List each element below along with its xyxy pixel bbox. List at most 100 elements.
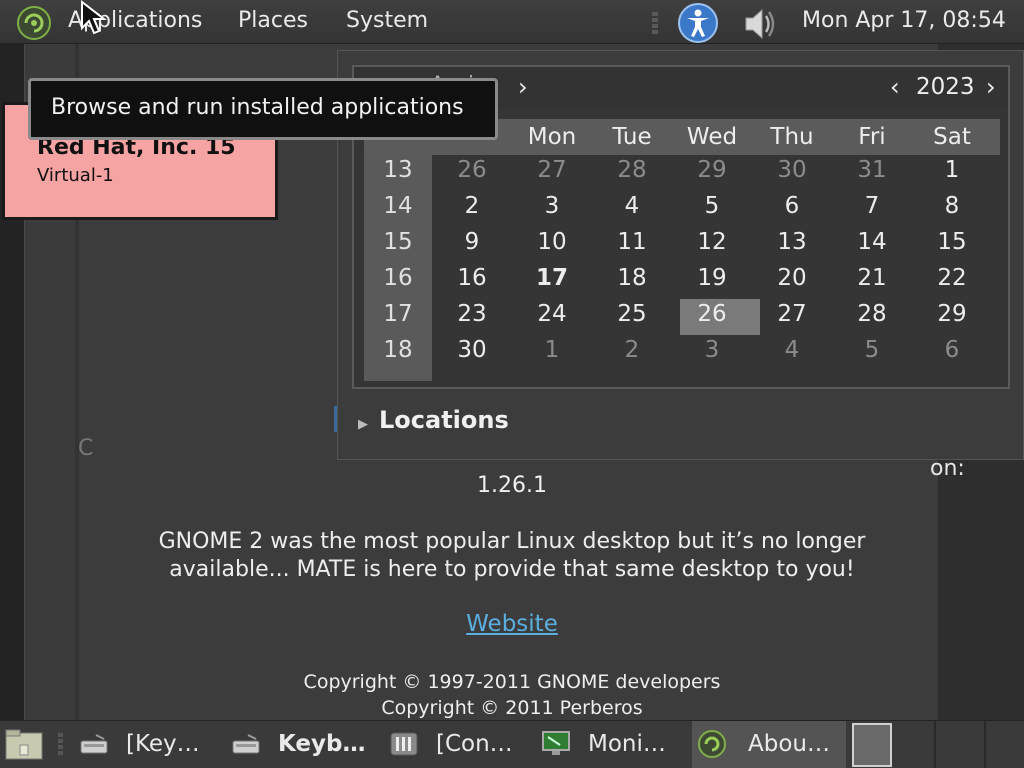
workspace-separator [984,721,986,768]
taskbar-button[interactable]: [Con… [384,721,534,768]
accessibility-icon[interactable] [677,2,719,44]
about-copyright: Copyright © 1997-2011 GNOME developers C… [0,669,1024,721]
about-description-line: GNOME 2 was the most popular Linux deskt… [158,529,866,554]
calendar-day[interactable]: 31 [832,155,912,185]
bottom-panel: [Key… Keyb… [Con… Moni… Abou… [0,720,1024,768]
workspace-1[interactable] [852,723,892,767]
taskbar-button-label: Keyb… [278,731,366,757]
calendar-day[interactable]: 1 [512,335,592,365]
monitor-icon [540,729,572,759]
panel-drag-handle-icon[interactable] [652,10,662,36]
workspace-separator [934,721,936,768]
control-center-icon [388,729,420,759]
calendar-weekday-label: Mon [527,124,577,150]
calendar-day[interactable]: 16 [432,263,512,293]
tooltip-text: Browse and run installed applications [51,95,464,120]
calendar-day[interactable]: 27 [752,299,832,329]
calendar-day[interactable]: 4 [752,335,832,365]
panel-clock[interactable]: Mon Apr 17, 08:54 [802,7,1006,35]
next-year-button[interactable]: › [986,73,996,101]
calendar-weekday-label: Wed [686,124,738,150]
calendar-day[interactable]: 11 [592,227,672,257]
calendar-week-number: 15 [383,229,413,255]
copyright-line: Copyright © 2011 Perberos [381,697,643,719]
calendar-day[interactable]: 8 [912,191,992,221]
calendar-weekday-label: Thu [770,124,814,150]
calendar-day[interactable]: 22 [912,263,992,293]
taskbar-button[interactable]: Abou… [692,721,846,768]
calendar-day[interactable]: 27 [512,155,592,185]
panel-drag-handle-icon[interactable] [58,731,66,759]
mouse-cursor-icon [81,0,107,35]
notification-subtitle: Virtual-1 [37,165,114,186]
volume-icon[interactable] [738,4,780,44]
calendar-week-number: 18 [383,337,413,363]
calendar-week-number: 13 [383,157,413,183]
calendar-day[interactable]: 29 [672,155,752,185]
calendar-day[interactable]: 23 [432,299,512,329]
website-link[interactable]: Website [0,611,1024,637]
taskbar-button-label: Abou… [748,731,830,757]
calendar-day[interactable]: 3 [512,191,592,221]
copyright-line: Copyright © 1997-2011 GNOME developers [303,671,721,693]
calendar-day[interactable]: 30 [432,335,512,365]
calendar-day[interactable]: 10 [512,227,592,257]
calendar-day[interactable]: 18 [592,263,672,293]
about-partial-text: C [78,436,94,461]
locations-expander[interactable]: Locations [379,406,509,434]
calendar-day[interactable]: 14 [832,227,912,257]
calendar-day[interactable]: 24 [512,299,592,329]
next-month-button[interactable]: › [518,73,528,101]
calendar-day[interactable]: 17 [512,263,592,293]
previous-year-button[interactable]: ‹ [890,73,900,101]
calendar-weekday-label: Tue [612,124,652,150]
about-description: GNOME 2 was the most popular Linux deskt… [0,528,1024,584]
calendar-day[interactable]: 5 [832,335,912,365]
expander-arrow-icon[interactable]: ▶ [358,417,368,432]
calendar-day[interactable]: 25 [592,299,672,329]
workspace-2[interactable] [938,723,978,767]
top-panel: Applications Places System Mon Apr 17, 0… [0,0,1024,44]
about-version: 1.26.1 [477,473,547,498]
calendar-weekday-label: Sat [933,124,971,150]
calendar-day[interactable]: 6 [752,191,832,221]
calendar-day[interactable]: 4 [592,191,672,221]
calendar-week-number: 14 [383,193,413,219]
calendar-day[interactable]: 13 [752,227,832,257]
calendar-day[interactable]: 30 [752,155,832,185]
calendar-day[interactable]: 12 [672,227,752,257]
calendar-day[interactable]: 29 [912,299,992,329]
mate-logo-icon[interactable] [14,5,54,41]
keyboard-icon [78,729,110,759]
applications-tooltip: Browse and run installed applications [28,78,498,140]
calendar-day[interactable]: 9 [432,227,512,257]
calendar-day[interactable]: 28 [592,155,672,185]
calendar-day[interactable]: 5 [672,191,752,221]
about-description-line: available... MATE is here to provide tha… [169,557,855,582]
taskbar-button-label: [Key… [126,731,200,757]
calendar-year-label: 2023 [916,74,975,100]
taskbar-button-label: [Con… [436,731,513,757]
calendar-day[interactable]: 2 [592,335,672,365]
show-desktop-icon[interactable] [4,727,44,761]
calendar-day[interactable]: 7 [832,191,912,221]
calendar-day[interactable]: 20 [752,263,832,293]
calendar-day[interactable]: 19 [672,263,752,293]
calendar-week-number: 16 [383,265,413,291]
calendar-day[interactable]: 1 [912,155,992,185]
taskbar-button[interactable]: Keyb… [226,721,382,768]
taskbar-button[interactable]: Moni… [536,721,690,768]
calendar-day[interactable]: 3 [672,335,752,365]
calendar-day[interactable]: 26 [672,299,752,329]
system-menu[interactable]: System [346,7,428,35]
calendar-day[interactable]: 6 [912,335,992,365]
taskbar-button[interactable]: [Key… [74,721,224,768]
places-menu[interactable]: Places [238,7,308,35]
calendar-day[interactable]: 26 [432,155,512,185]
calendar-day[interactable]: 28 [832,299,912,329]
calendar-day[interactable]: 21 [832,263,912,293]
calendar-day[interactable]: 2 [432,191,512,221]
mate-logo-icon [696,729,728,759]
calendar-day[interactable]: 15 [912,227,992,257]
calendar-weekday-label: Fri [858,124,886,150]
